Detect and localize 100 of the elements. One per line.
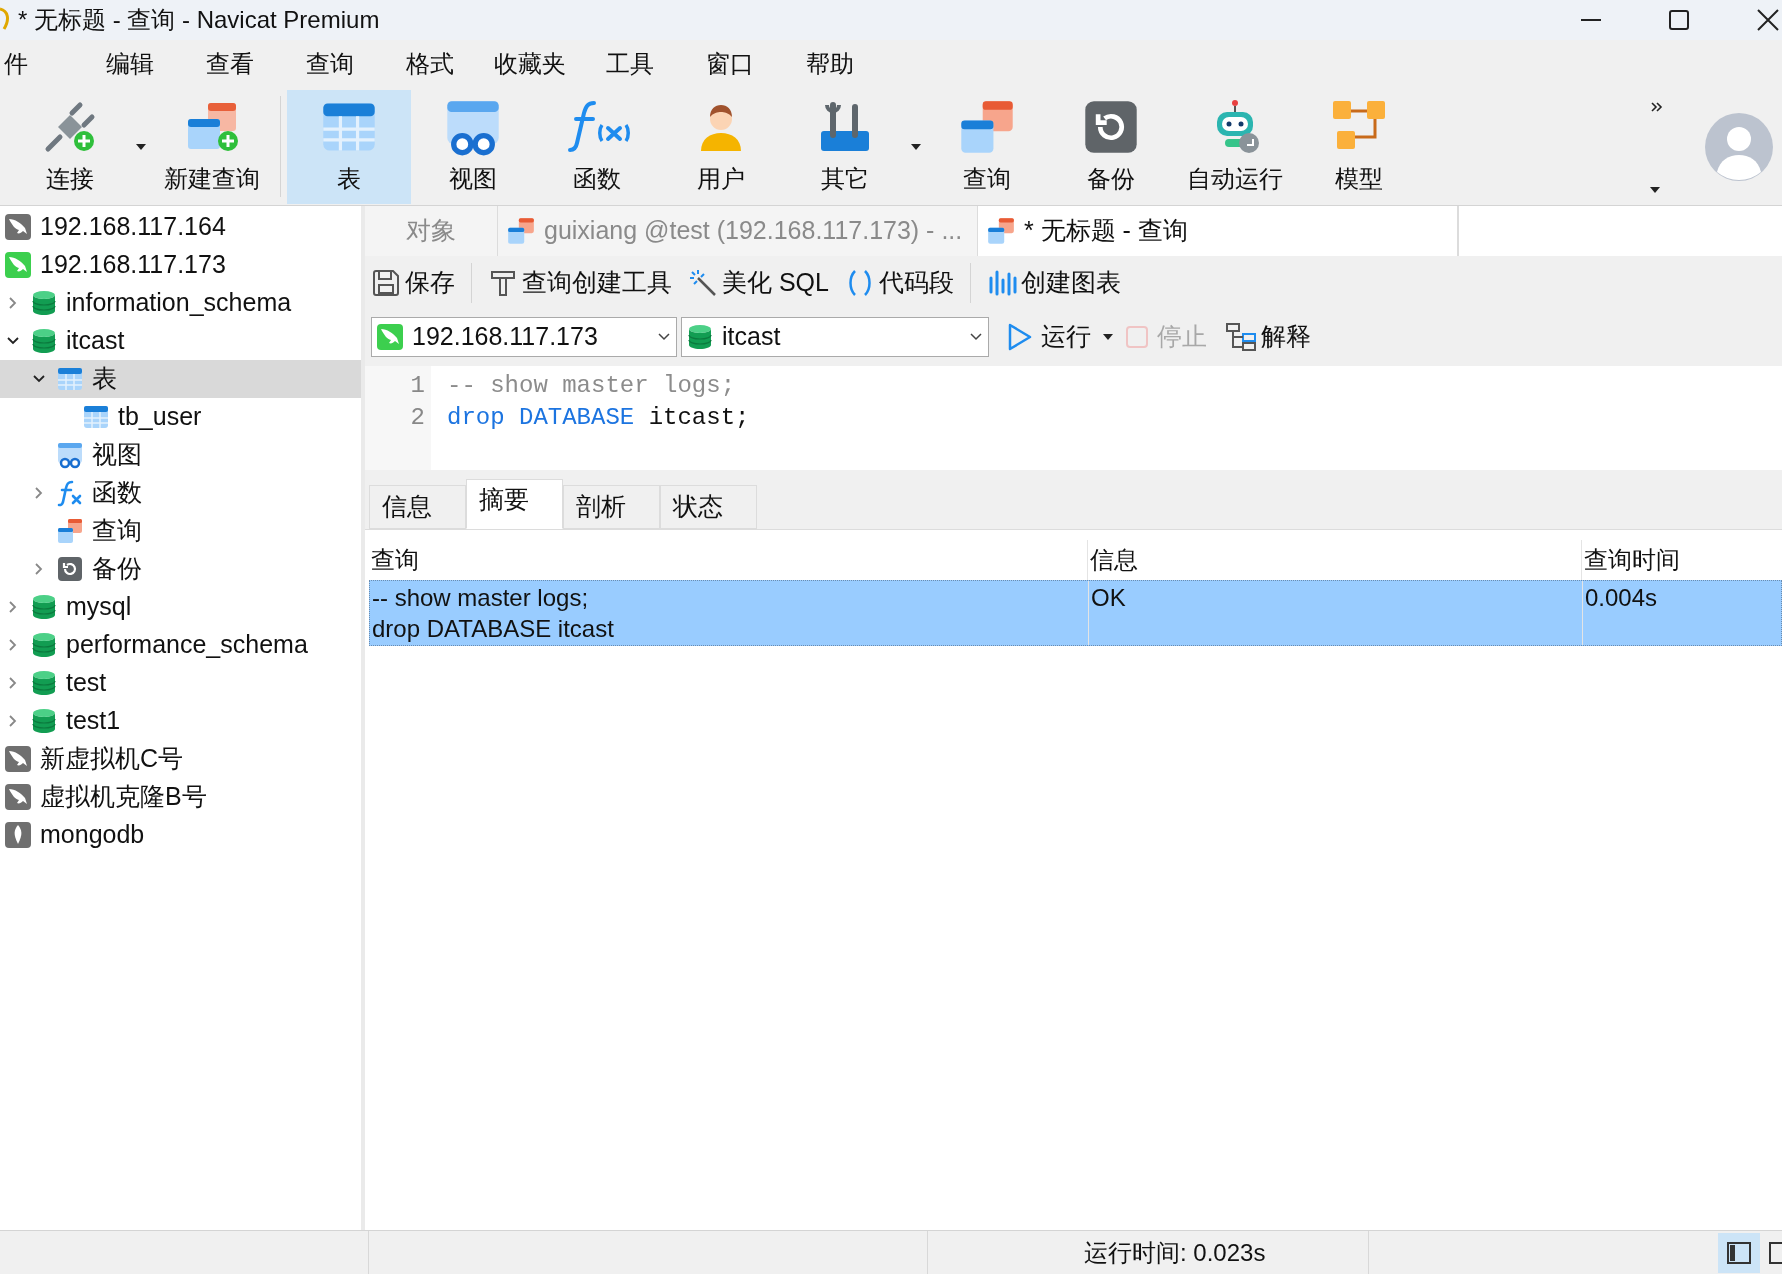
tab-label: * 无标题 - 查询 <box>1024 215 1188 247</box>
toolbar-button[interactable]: 模型 <box>1297 89 1421 204</box>
hierarchy-icon <box>1225 322 1257 352</box>
run-button[interactable]: 运行 <box>1007 318 1091 356</box>
toolbar-button[interactable]: 表 <box>287 89 411 204</box>
tree-label: 192.168.117.173 <box>40 249 226 281</box>
table-cell: OK <box>1088 581 1582 645</box>
tree-item[interactable]: 192.168.117.173 <box>0 246 361 284</box>
tree-item[interactable]: performance_schema <box>0 626 361 664</box>
toolbar-button[interactable]: 用户 <box>659 89 783 204</box>
sql-editor[interactable]: 1 2 -- show master logs; drop DATABASE itcast; <box>365 366 1782 470</box>
maximize-icon[interactable] <box>1668 9 1690 31</box>
column-header[interactable]: 查询 <box>369 540 1087 580</box>
result-row[interactable]: -- show master logs; drop DATABASE itcast OK 0.004s <box>369 580 1782 646</box>
close-icon[interactable] <box>1756 8 1780 32</box>
document-tab[interactable]: * 无标题 - 查询 <box>978 206 1458 256</box>
table-cell-text: -- show master logs; drop DATABASE itcast <box>371 583 615 644</box>
tree-item[interactable]: information_schema <box>0 284 361 322</box>
database-icon <box>30 707 58 735</box>
tree-item[interactable]: tb_user <box>0 398 361 436</box>
result-tab[interactable]: 信息 <box>369 485 466 529</box>
menu-item[interactable]: 格式 <box>380 46 480 82</box>
caret-icon[interactable] <box>1103 334 1113 340</box>
database-icon <box>30 327 58 355</box>
menu-item[interactable]: 窗口 <box>680 46 780 82</box>
caret-icon[interactable] <box>1650 187 1660 193</box>
toolbar-button[interactable]: 备份 <box>1049 89 1173 204</box>
query-toolbar-button[interactable]: 代码段 <box>845 264 954 302</box>
tree-label: itcast <box>66 325 125 357</box>
tree-item[interactable]: 备份 <box>0 550 361 588</box>
table-icon <box>56 365 84 393</box>
tree-label: 备份 <box>92 553 142 585</box>
tree-label: 表 <box>92 363 117 395</box>
tree-label: 函数 <box>92 477 142 509</box>
tree-item[interactable]: 函数 <box>0 474 361 512</box>
tree-label: 视图 <box>92 439 142 471</box>
connection-select[interactable]: 192.168.117.173 <box>371 317 677 357</box>
tree-label: 虚拟机克隆B号 <box>40 781 207 813</box>
database-icon <box>30 669 58 697</box>
caret-icon[interactable] <box>911 143 921 150</box>
tree-label: performance_schema <box>66 629 308 661</box>
tree-item[interactable]: mysql <box>0 588 361 626</box>
tree-label: information_schema <box>66 287 292 319</box>
tree-item[interactable]: test1 <box>0 702 361 740</box>
tree-label: mysql <box>66 591 132 623</box>
toolbar-button[interactable]: 连接 <box>8 89 132 204</box>
menu-item[interactable]: 帮助 <box>780 46 880 82</box>
tree-item[interactable]: mongodb <box>0 816 361 854</box>
query-toolbar-button[interactable]: 创建图表 <box>987 264 1121 302</box>
toolbar-button[interactable]: 查询 <box>925 89 1049 204</box>
tree-item[interactable]: 虚拟机克隆B号 <box>0 778 361 816</box>
database-select[interactable]: itcast <box>681 317 989 357</box>
glasses-table-icon <box>56 441 84 469</box>
tree-item[interactable]: 192.168.117.164 <box>0 208 361 246</box>
menu-item[interactable]: 编辑 <box>80 46 180 82</box>
toolbar-button[interactable]: 其它 <box>783 89 907 204</box>
stacked-tables-icon <box>56 517 84 545</box>
stacked-tables-icon <box>986 216 1016 246</box>
toolbar-button[interactable]: 视图 <box>411 89 535 204</box>
panel-icon[interactable] <box>1768 1240 1782 1265</box>
result-tab[interactable]: 剖析 <box>563 485 660 529</box>
result-tab[interactable]: 摘要 <box>466 479 563 529</box>
tree-label: 192.168.117.164 <box>40 211 226 243</box>
explain-button[interactable]: 解释 <box>1225 318 1311 356</box>
query-toolbar-button[interactable]: 美化 SQL <box>688 264 829 302</box>
menu-item[interactable]: 收藏夹 <box>480 46 580 82</box>
query-toolbar-button[interactable]: 保存 <box>371 264 455 302</box>
menu-item[interactable]: 查看 <box>180 46 280 82</box>
code-line: -- show master logs; <box>447 371 737 401</box>
tree-item[interactable]: itcast <box>0 322 361 360</box>
menu-item[interactable]: 件 <box>0 46 80 82</box>
code-line: drop DATABASE itcast; <box>447 403 750 433</box>
window-title: * 无标题 - 查询 - Navicat Premium <box>18 5 380 35</box>
tree-label: 查询 <box>92 515 142 547</box>
caret-icon[interactable] <box>136 143 146 150</box>
dolphin-server-icon <box>376 323 404 351</box>
toolbar-button[interactable]: 新建查询 <box>150 89 274 204</box>
database-icon <box>30 631 58 659</box>
function-icon <box>56 479 84 507</box>
menu-item[interactable]: 工具 <box>580 46 680 82</box>
table-icon <box>82 403 110 431</box>
double-chevron-icon[interactable] <box>1650 100 1664 114</box>
panel-layout-icon[interactable] <box>1718 1232 1760 1273</box>
tree-item[interactable]: test <box>0 664 361 702</box>
line-number: 2 <box>410 403 425 433</box>
restore-icon <box>56 555 84 583</box>
tree-label: test <box>66 667 107 699</box>
tree-item[interactable]: 查询 <box>0 512 361 550</box>
result-tab[interactable]: 状态 <box>660 485 757 529</box>
database-icon <box>686 323 714 351</box>
toolbar-button[interactable]: 函数 <box>535 89 659 204</box>
toolbar-button[interactable]: 自动运行 <box>1173 89 1297 204</box>
tree-item[interactable]: 表 <box>0 360 361 398</box>
tree-item[interactable]: 新虚拟机C号 <box>0 740 361 778</box>
tree-item[interactable]: 视图 <box>0 436 361 474</box>
query-toolbar-button[interactable]: 查询创建工具 <box>488 264 672 302</box>
hammer-icon <box>488 268 518 298</box>
tree-label: 新虚拟机C号 <box>40 743 184 775</box>
menu-item[interactable]: 查询 <box>280 46 380 82</box>
database-icon <box>30 289 58 317</box>
